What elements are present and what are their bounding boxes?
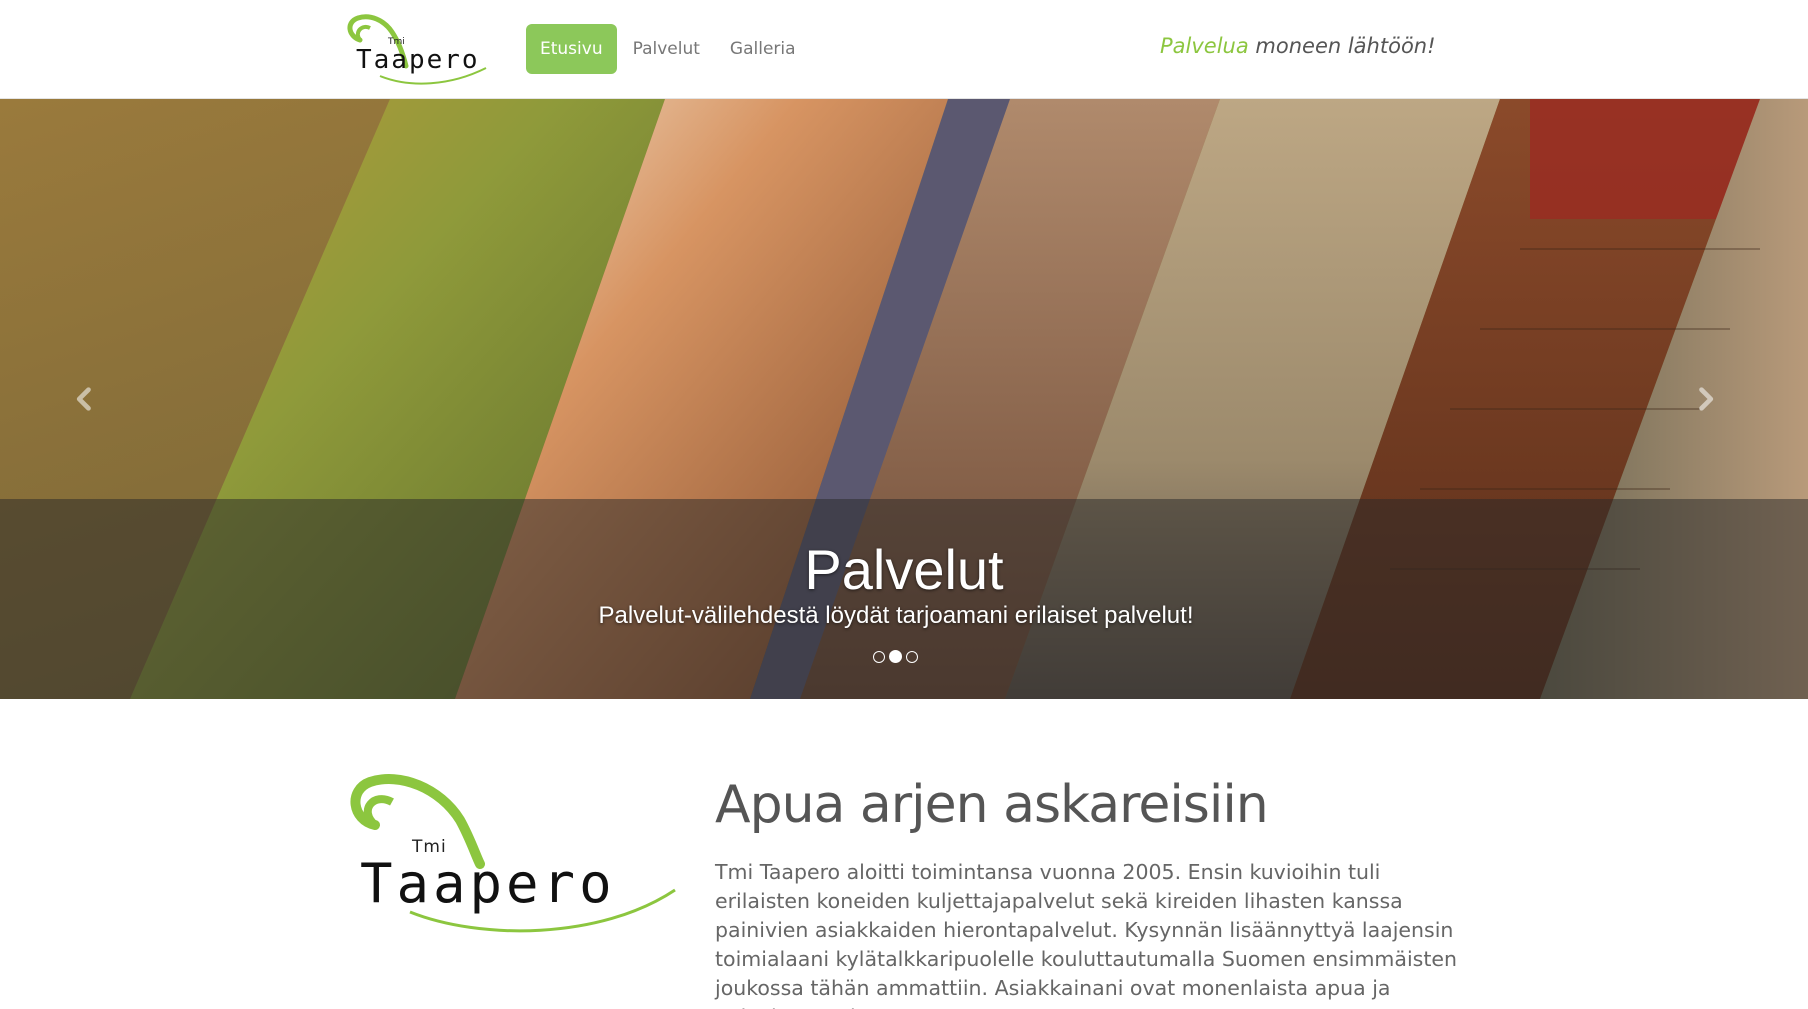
main-nav: Etusivu Palvelut Galleria	[526, 24, 812, 74]
nav-item-etusivu[interactable]: Etusivu	[526, 24, 617, 74]
content-logo-name: Taapero	[360, 852, 616, 915]
slogan-rest: moneen lähtöön!	[1248, 34, 1436, 58]
content-logo: Tmi Taapero	[330, 760, 680, 940]
hero-carousel: Palvelut Palvelut-välilehdestä löydät ta…	[0, 99, 1808, 699]
carousel-indicator-1[interactable]	[873, 650, 885, 663]
slogan-accent: Palvelua	[1160, 34, 1249, 58]
slogan: Palvelua moneen lähtöön!	[1160, 34, 1436, 58]
chevron-left-icon	[76, 387, 91, 411]
carousel-caption-title: Palvelut	[804, 538, 1004, 601]
nav-item-palvelut[interactable]: Palvelut	[619, 24, 714, 74]
carousel-indicators	[873, 650, 918, 663]
carousel-prev-button[interactable]	[60, 374, 110, 424]
carousel-indicator-3[interactable]	[906, 650, 918, 663]
chevron-right-icon	[1699, 387, 1714, 411]
navbar: Tmi Taapero Etusivu Palvelut Galleria Pa…	[0, 0, 1808, 99]
carousel-next-button[interactable]	[1680, 374, 1730, 424]
carousel-indicator-2[interactable]	[889, 650, 902, 663]
carousel-caption-text: Palvelut-välilehdestä löydät tarjoamani …	[598, 602, 1194, 629]
brand-name-text: Taapero	[356, 45, 480, 75]
nav-item-galleria[interactable]: Galleria	[716, 24, 810, 74]
intro-text: Tmi Taapero aloitti toimintansa vuonna 2…	[715, 860, 1457, 1009]
intro-heading: Apua arjen askareisiin	[715, 775, 1269, 835]
brand-logo[interactable]: Tmi Taapero	[340, 10, 490, 86]
